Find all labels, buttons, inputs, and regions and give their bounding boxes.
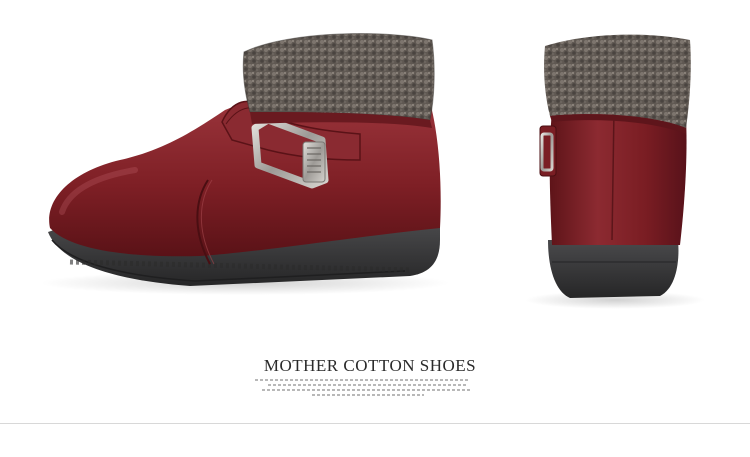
boots-illustration [40, 33, 705, 309]
caption: MOTHER COTTON SHOES [0, 356, 750, 376]
caption-title: MOTHER COTTON SHOES [263, 356, 477, 375]
bottom-divider [0, 423, 750, 424]
boot-side-view [40, 33, 450, 295]
boot-back-view [525, 34, 705, 309]
product-image: MOTHER COTTON SHOES [0, 0, 750, 457]
